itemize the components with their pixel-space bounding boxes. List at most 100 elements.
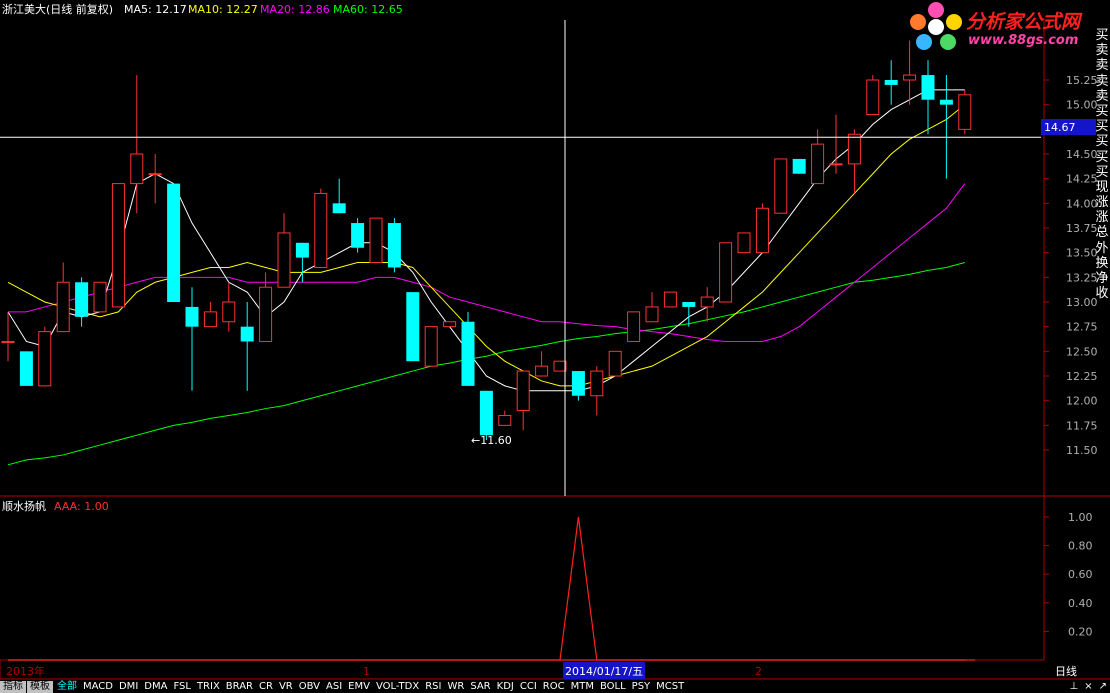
ma10-legend: MA10: 12.27: [188, 3, 258, 16]
right-panel-label: 买: [1095, 149, 1109, 165]
candle: [755, 203, 769, 254]
tab-cci[interactable]: CCI: [517, 681, 540, 693]
right-panel-label: 涨: [1095, 210, 1109, 226]
candle: [295, 242, 309, 283]
tab-sar[interactable]: SAR: [467, 681, 493, 693]
candle-body-up: [314, 192, 328, 268]
tab-dmi[interactable]: DMI: [116, 681, 141, 693]
candle: [314, 188, 328, 268]
candle: [93, 281, 107, 313]
tab-asi[interactable]: ASI: [323, 681, 345, 693]
candle-body-up: [719, 242, 733, 303]
tab-psy[interactable]: PSY: [629, 681, 654, 693]
candle-body-down: [461, 321, 475, 386]
right-panel-label: 卖: [1095, 73, 1109, 89]
tab-indicator-mode[interactable]: 指标: [0, 681, 26, 693]
right-panel-label: 换: [1095, 255, 1109, 271]
right-panel-label: 卖: [1095, 88, 1109, 104]
candle: [627, 311, 641, 342]
candle: [847, 129, 861, 194]
window-close-icon[interactable]: ×: [1081, 681, 1095, 693]
tab-macd[interactable]: MACD: [80, 681, 116, 693]
candle-body-down: [792, 158, 806, 174]
candle-body-up: [958, 94, 972, 130]
candle: [590, 366, 604, 416]
low-price-marker: ←11.60: [471, 434, 512, 447]
candle: [921, 60, 935, 135]
candle: [608, 350, 622, 377]
candle: [829, 114, 843, 174]
site-logo: 分析家公式网 www.88gs.com: [906, 0, 1106, 52]
candle: [19, 351, 33, 386]
tab-rsi[interactable]: RSI: [422, 681, 444, 693]
candle-body-up: [1, 340, 15, 343]
right-panel-label: 收: [1095, 286, 1109, 302]
tab-fsl[interactable]: FSL: [170, 681, 194, 693]
candle: [148, 154, 162, 204]
candle: [167, 183, 181, 302]
tab-cr[interactable]: CR: [256, 681, 276, 693]
candle: [939, 75, 953, 179]
candle-body-down: [571, 371, 585, 396]
candle-body-down: [332, 203, 346, 214]
candle-body-up: [259, 286, 273, 342]
candle: [75, 277, 89, 327]
candle: [240, 302, 254, 391]
tab-all[interactable]: 全部: [54, 681, 80, 693]
candle-body-up: [148, 173, 162, 176]
right-panel-label: 买: [1095, 28, 1109, 43]
right-panel-label: 卖: [1095, 43, 1109, 59]
tab-brar[interactable]: BRAR: [223, 681, 256, 693]
price-tick-label: 11.75: [1066, 419, 1098, 432]
candle-body-up: [93, 281, 107, 313]
right-panel-label: 买: [1095, 164, 1109, 180]
price-tick-label: 14.25: [1066, 173, 1098, 186]
logo-text: 分析家公式网: [966, 11, 1081, 33]
price-tick-label: 11.50: [1066, 444, 1098, 457]
price-tick-label: 12.00: [1066, 395, 1098, 408]
timeline-month-2: 2: [755, 665, 762, 678]
tab-mcst[interactable]: MCST: [653, 681, 687, 693]
ma60-legend: MA60: 12.65: [333, 3, 403, 16]
tab-emv[interactable]: EMV: [345, 681, 373, 693]
tab-vol-tdx[interactable]: VOL-TDX: [373, 681, 422, 693]
candle: [571, 371, 585, 401]
candle-body-up: [645, 306, 659, 323]
candle-body-up: [847, 133, 861, 165]
price-tick-label: 12.75: [1066, 321, 1098, 334]
candle: [443, 321, 457, 328]
candle: [111, 183, 125, 308]
tab-mtm[interactable]: MTM: [568, 681, 597, 693]
tab-vr[interactable]: VR: [276, 681, 296, 693]
candle-body-up: [222, 301, 236, 323]
candle-body-up: [111, 183, 125, 308]
tab-dma[interactable]: DMA: [141, 681, 170, 693]
candle-body-down: [19, 351, 33, 386]
tab-obv[interactable]: OBV: [296, 681, 323, 693]
tab-roc[interactable]: ROC: [540, 681, 568, 693]
candle: [535, 351, 549, 377]
right-info-panel: 买卖卖卖卖买买买买买现涨涨总外换净收: [1094, 28, 1110, 301]
tab-trix[interactable]: TRIX: [194, 681, 223, 693]
candle-body-down: [387, 223, 401, 268]
indicator-panel: [8, 516, 975, 661]
candle-body-up: [829, 163, 843, 166]
window-expand-icon[interactable]: ↗: [1096, 681, 1110, 693]
crosshair-date-label: 2014/01/17/五: [565, 665, 643, 678]
tab-kdj[interactable]: KDJ: [494, 681, 517, 693]
tab-boll[interactable]: BOLL: [597, 681, 629, 693]
tab-wr[interactable]: WR: [444, 681, 467, 693]
candle-body-up: [443, 321, 457, 328]
tab-template-mode[interactable]: 模板: [27, 681, 53, 693]
candle: [332, 178, 346, 214]
price-tick-label: 12.25: [1066, 370, 1098, 383]
candle-body-up: [553, 360, 567, 372]
right-panel-label: 总: [1095, 225, 1109, 241]
candle: [424, 326, 438, 367]
stock-chart[interactable]: 11.50 11.75 12.00 12.25 12.50 12.75 13.00 13.25…: [0, 0, 1110, 693]
candle-body-down: [884, 80, 898, 85]
candle-body-up: [663, 291, 677, 308]
period-label[interactable]: 日线: [1055, 664, 1077, 678]
window-minimize-icon[interactable]: ⊥: [1067, 681, 1082, 693]
timeline-year: 2013年: [6, 664, 45, 678]
